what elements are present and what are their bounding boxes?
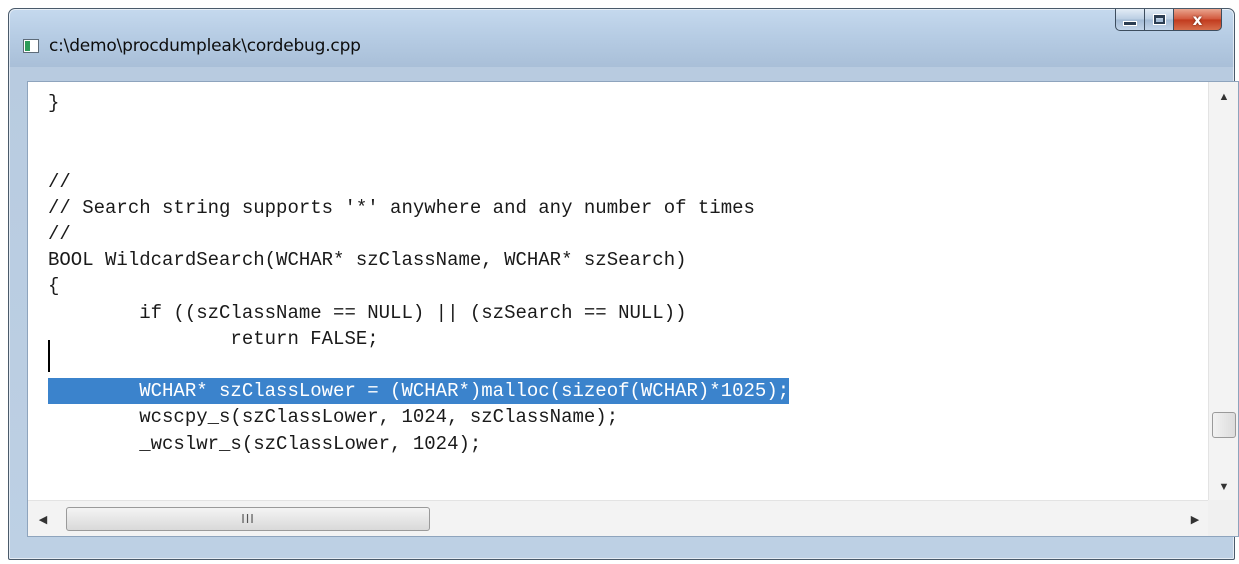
code-editor[interactable]: } //// Search string supports '*' anywher… [27, 81, 1239, 537]
scroll-left-icon[interactable]: ◀ [28, 504, 58, 534]
window-app-icon[interactable] [23, 39, 39, 53]
code-line[interactable]: _wcslwr_s(szClassLower, 1024); [48, 431, 481, 457]
scroll-right-icon[interactable]: ▶ [1180, 504, 1210, 534]
scrollbar-corner [1208, 500, 1238, 536]
minimize-icon [1123, 21, 1137, 26]
vertical-scrollbar[interactable]: ▲ ▼ [1208, 82, 1238, 502]
window-title: c:\demo\procdumpleak\cordebug.cpp [49, 36, 361, 56]
code-line[interactable]: BOOL WildcardSearch(WCHAR* szClassName, … [48, 247, 687, 273]
horizontal-scroll-thumb[interactable]: III [66, 507, 430, 531]
scroll-grip-icon: III [241, 512, 255, 526]
selected-code-line[interactable]: WCHAR* szClassLower = (WCHAR*)malloc(siz… [48, 378, 790, 404]
text-caret [48, 340, 50, 372]
vertical-scroll-thumb[interactable] [1212, 412, 1236, 438]
code-line[interactable]: if ((szClassName == NULL) || (szSearch =… [48, 300, 686, 326]
code-text-area[interactable]: } //// Search string supports '*' anywher… [48, 90, 1198, 502]
code-line[interactable]: } [48, 90, 59, 116]
code-line[interactable]: { [48, 273, 59, 299]
maximize-button[interactable] [1145, 9, 1174, 31]
caption-buttons: x [1115, 9, 1222, 35]
minimize-button[interactable] [1115, 9, 1145, 31]
horizontal-scrollbar[interactable]: ◀ III ▶ [28, 500, 1210, 536]
close-icon: x [1192, 10, 1203, 29]
code-line[interactable]: return FALSE; [48, 326, 378, 352]
title-bar[interactable]: c:\demo\procdumpleak\cordebug.cpp x [9, 9, 1234, 67]
scroll-up-icon[interactable]: ▲ [1209, 82, 1239, 112]
code-line[interactable]: // [48, 169, 71, 195]
scroll-down-icon[interactable]: ▼ [1209, 472, 1239, 502]
editor-window: c:\demo\procdumpleak\cordebug.cpp x }///… [8, 8, 1239, 560]
code-line[interactable]: // Search string supports '*' anywhere a… [48, 195, 755, 221]
code-line[interactable]: // [48, 221, 71, 247]
maximize-icon [1153, 15, 1165, 24]
close-button[interactable]: x [1174, 9, 1222, 31]
code-line[interactable]: wcscpy_s(szClassLower, 1024, szClassName… [48, 404, 618, 430]
